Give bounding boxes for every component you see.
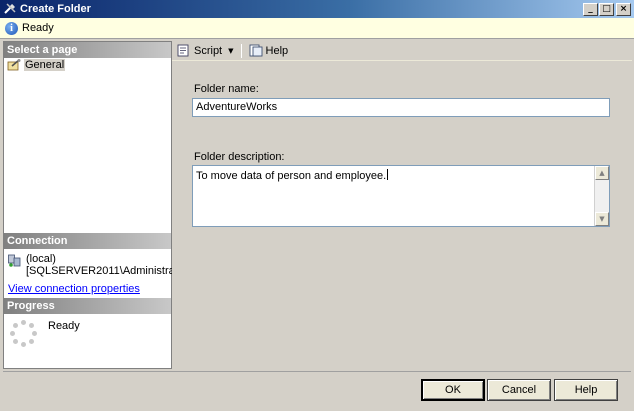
scroll-up-icon[interactable]: ▲ [595, 166, 609, 180]
status-bar: i Ready [0, 18, 634, 39]
server-connection-icon [8, 254, 21, 267]
page-item-label: General [24, 59, 66, 71]
footer-help-button[interactable]: Help [554, 379, 618, 401]
connection-header: Connection [4, 233, 171, 249]
maximize-button[interactable]: □ [599, 2, 614, 16]
scroll-down-icon[interactable]: ▼ [595, 212, 609, 226]
main-pane: Script ▼ Help Folder name: AdventureWork… [172, 41, 632, 369]
info-icon: i [5, 21, 18, 35]
folder-description-label: Folder description: [194, 151, 285, 163]
wrench-page-icon [7, 59, 21, 71]
connection-server: (local) [26, 253, 56, 265]
description-scrollbar[interactable]: ▲ ▼ [594, 166, 609, 226]
folder-name-input[interactable]: AdventureWorks [192, 98, 610, 117]
page-item-general[interactable]: General [4, 58, 171, 72]
ok-button[interactable]: OK [421, 379, 485, 401]
toolbar-separator [240, 43, 242, 58]
script-label: Script [194, 44, 223, 57]
progress-spinner-icon [10, 320, 38, 348]
folder-name-label: Folder name: [194, 83, 259, 95]
footer-divider [3, 371, 631, 372]
status-text: Ready [22, 22, 54, 34]
view-connection-properties-link[interactable]: View connection properties [8, 283, 168, 295]
left-pane: Select a page General Connection (local)… [3, 41, 191, 369]
progress-header: Progress [4, 298, 171, 314]
script-button[interactable]: Script ▼ [175, 44, 236, 57]
minimize-button[interactable]: _ [583, 2, 598, 16]
text-caret [387, 169, 389, 180]
script-icon [177, 44, 191, 57]
folder-description-text: To move data of person and employee. [196, 170, 387, 182]
toolbar-help-button[interactable]: Help [247, 44, 291, 57]
folder-description-input[interactable]: To move data of person and employee. ▲ ▼ [192, 165, 610, 227]
create-folder-icon [3, 2, 17, 16]
title-bar[interactable]: Create Folder _ □ × [0, 0, 634, 18]
window-title: Create Folder [20, 3, 91, 15]
help-icon [249, 44, 263, 57]
select-page-header: Select a page [4, 42, 171, 58]
toolbar: Script ▼ Help [172, 41, 632, 61]
progress-status: Ready [48, 320, 80, 332]
connection-user: [SQLSERVER2011\Administrator] [26, 265, 191, 277]
cancel-button[interactable]: Cancel [487, 379, 551, 401]
script-dropdown-arrow-icon[interactable]: ▼ [228, 47, 233, 55]
close-button[interactable]: × [616, 2, 631, 16]
help-label: Help [265, 44, 289, 57]
progress-section: Progress Ready [4, 298, 171, 348]
